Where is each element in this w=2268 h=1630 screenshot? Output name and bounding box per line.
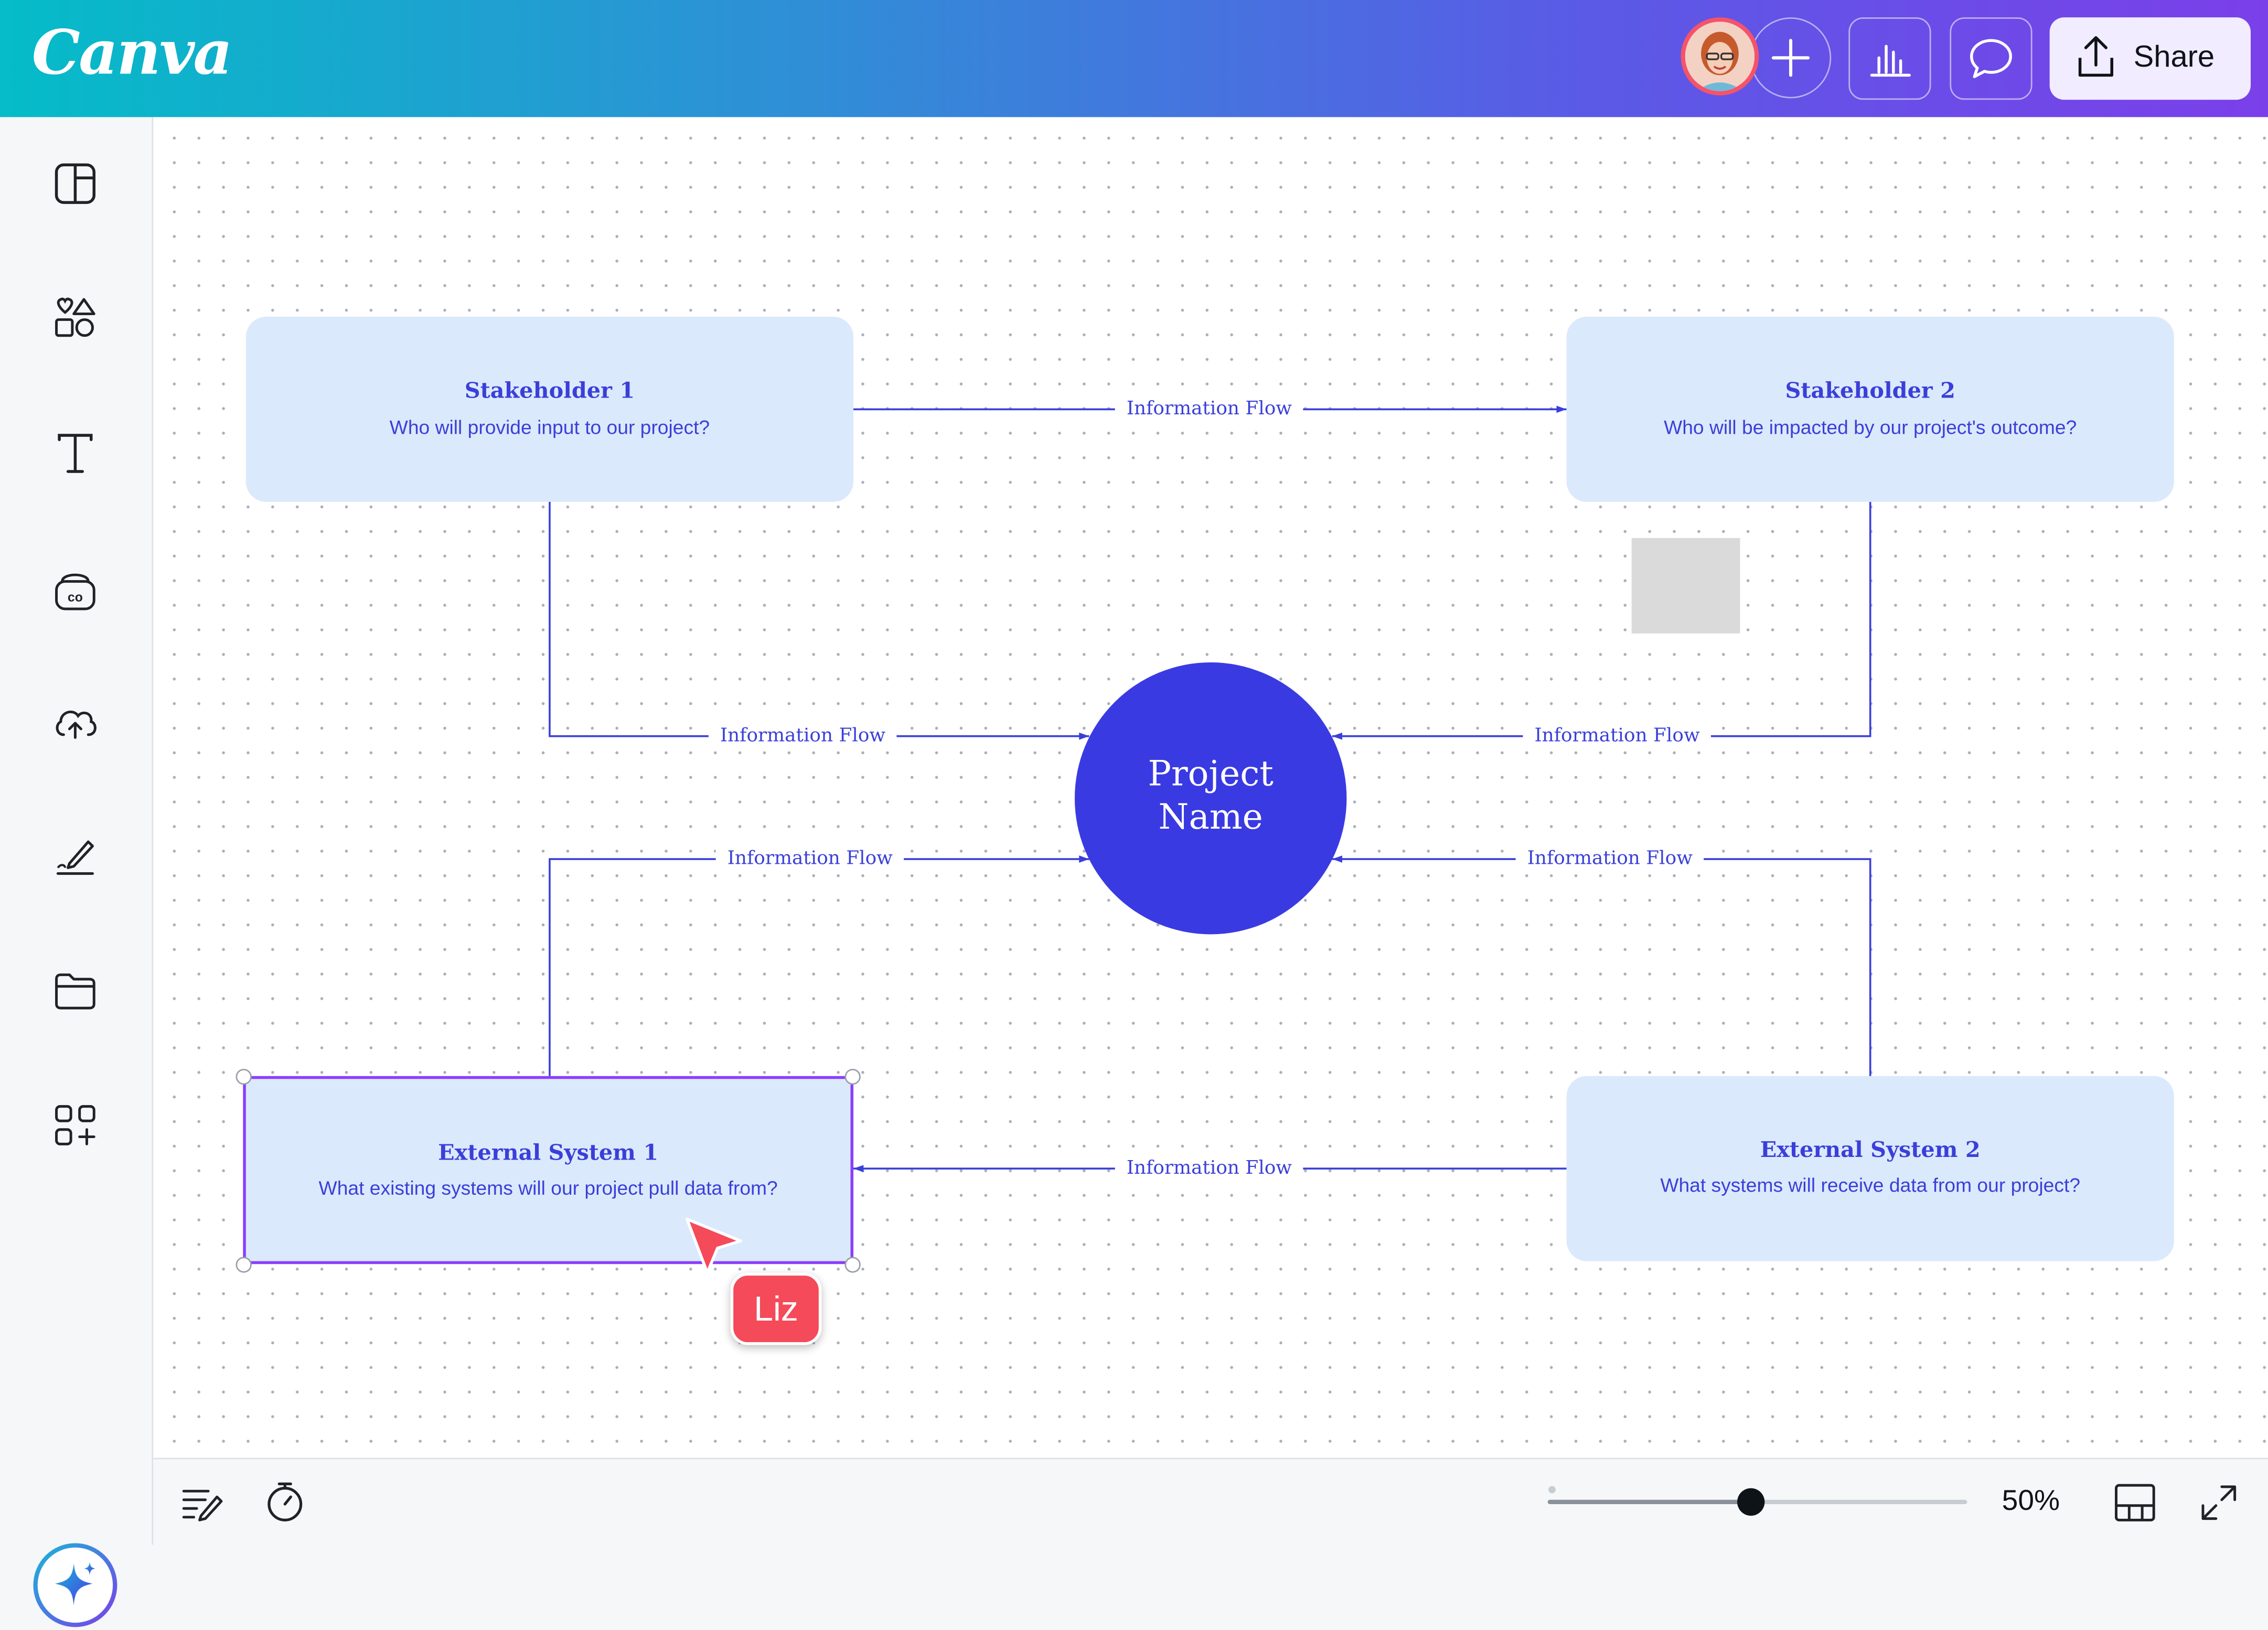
stakeholder-1-box[interactable]: Stakeholder 1 Who will provide input to …: [245, 316, 854, 502]
resize-handle-top-right[interactable]: [844, 1068, 861, 1085]
project-name-line-2: Name: [1158, 797, 1263, 838]
box-subtitle: Who will be impacted by our project's ou…: [1664, 416, 2077, 438]
box-subtitle: What existing systems will our project p…: [318, 1177, 778, 1199]
stakeholder-2-box[interactable]: Stakeholder 2 Who will be impacted by ou…: [1566, 316, 2174, 502]
external-system-2-box[interactable]: External System 2 What systems will rece…: [1566, 1076, 2174, 1261]
resize-handle-bottom-right[interactable]: [844, 1257, 861, 1273]
box-title: External System 1: [438, 1140, 659, 1166]
flow-label[interactable]: Information Flow: [1515, 848, 1704, 870]
resize-handle-bottom-left[interactable]: [236, 1257, 252, 1273]
notes-icon[interactable]: [179, 1479, 226, 1526]
flow-label[interactable]: Information Flow: [715, 848, 904, 870]
project-name-line-1: Project: [1148, 753, 1274, 794]
box-title: Stakeholder 1: [464, 377, 635, 404]
timer-icon[interactable]: [262, 1478, 308, 1524]
collaborator-name-tag: Liz: [730, 1272, 822, 1345]
flow-label[interactable]: Information Flow: [1115, 398, 1304, 421]
project-name-text: Project Name: [1075, 752, 1346, 839]
zoom-slider-fill: [1547, 1499, 1751, 1505]
zoom-min-dot-icon: [1548, 1486, 1556, 1494]
box-subtitle: What systems will receive data from our …: [1660, 1174, 2081, 1196]
box-title: Stakeholder 2: [1785, 377, 1955, 404]
flow-connector[interactable]: [549, 855, 1089, 1076]
box-subtitle: Who will provide input to our project?: [389, 416, 710, 438]
zoom-percentage[interactable]: 50%: [2002, 1485, 2060, 1518]
project-name-node[interactable]: Project Name: [1074, 662, 1347, 935]
flow-connector[interactable]: [1332, 855, 1871, 1076]
zoom-slider-handle[interactable]: [1737, 1488, 1765, 1516]
flow-connector[interactable]: [1332, 501, 1871, 740]
page-layout-icon[interactable]: [2112, 1479, 2158, 1526]
image-placeholder[interactable]: [1631, 538, 1740, 634]
resize-handle-top-left[interactable]: [236, 1068, 252, 1085]
box-title: External System 2: [1760, 1136, 1981, 1163]
magic-assistant-button[interactable]: [33, 1543, 117, 1627]
flow-label[interactable]: Information Flow: [1115, 1157, 1304, 1179]
flow-connector[interactable]: [549, 501, 1089, 740]
fullscreen-expand-icon[interactable]: [2197, 1481, 2241, 1525]
collaborator-name: Liz: [754, 1290, 798, 1329]
external-system-1-box[interactable]: External System 1 What existing systems …: [243, 1076, 854, 1264]
flow-label[interactable]: Information Flow: [1523, 725, 1711, 747]
sparkle-icon: [55, 1562, 96, 1606]
flow-label[interactable]: Information Flow: [708, 725, 897, 747]
